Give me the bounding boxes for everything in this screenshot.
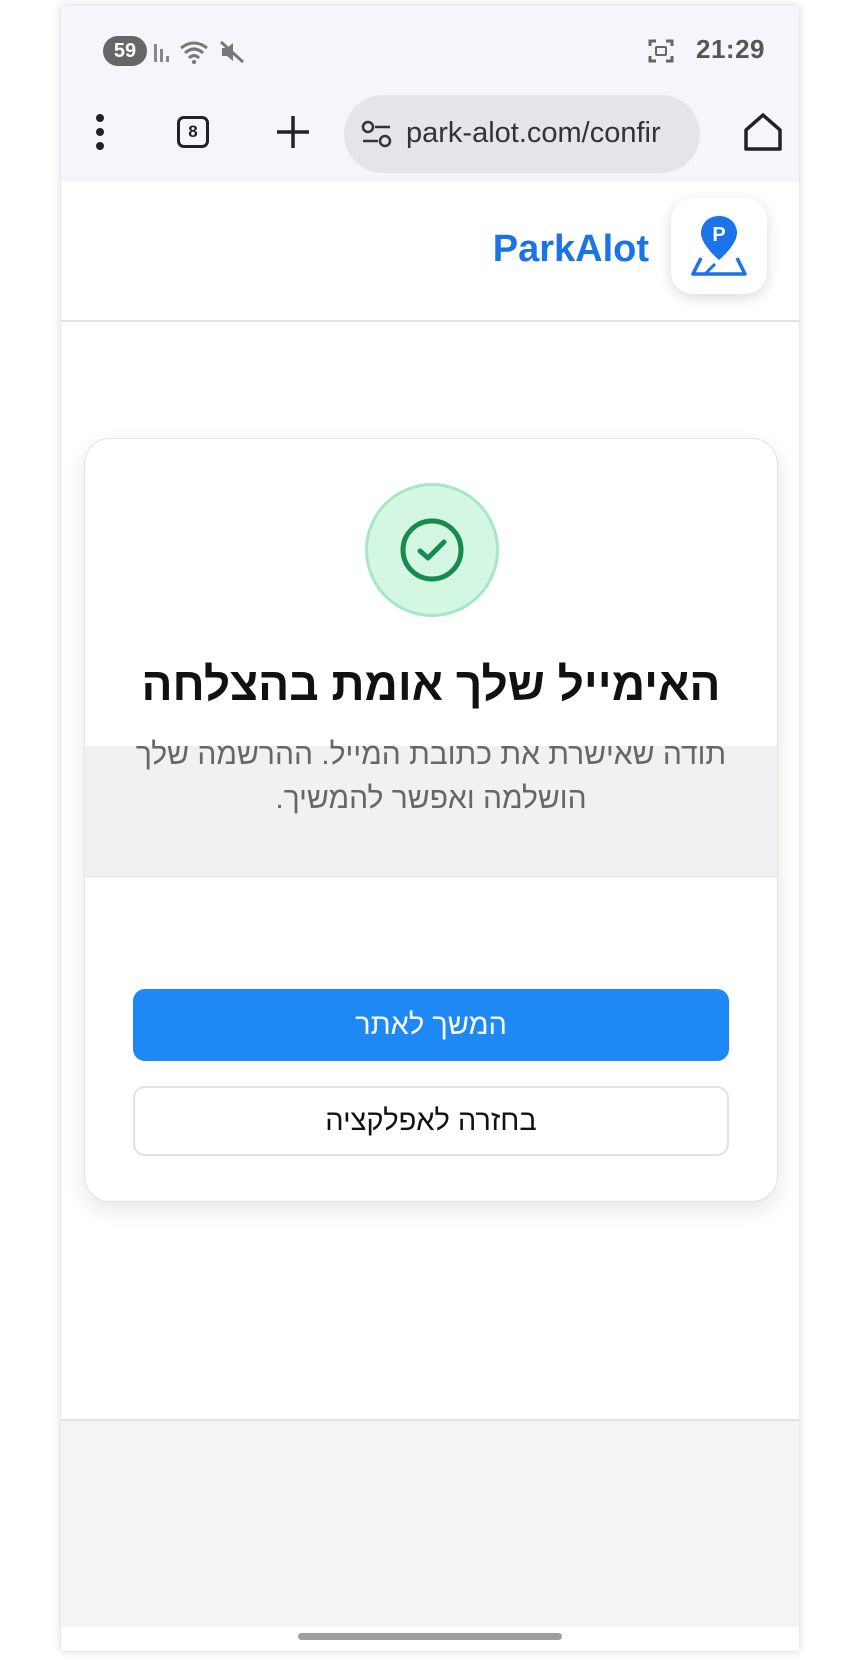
check-circle-icon (365, 483, 499, 617)
confirmation-card: האימייל שלך אומת בהצלחה תודה שאישרת את כ… (84, 438, 778, 1202)
page-title: האימייל שלך אומת בהצלחה (141, 658, 721, 710)
site-settings-icon[interactable] (360, 119, 394, 154)
tabs-button[interactable]: 8 (177, 116, 209, 148)
url-text[interactable]: park-alot.com/confir (406, 117, 686, 150)
clock: 21:29 (696, 34, 765, 64)
status-bar: 59 21:29 (61, 6, 799, 94)
gesture-nav-handle[interactable] (298, 1633, 562, 1640)
menu-icon[interactable] (87, 110, 113, 154)
notification-count-badge: 59 (103, 36, 147, 66)
wifi-icon (179, 40, 209, 69)
browser-toolbar: 8 park-alot.com/confir (61, 94, 799, 182)
screenshot-icon (648, 38, 674, 69)
page-subtitle: תודה שאישרת את כתובת המייל. ההרשמה שלך ה… (135, 738, 727, 815)
phone-screen: 59 21:29 8 park-alot.com/confir ParkAlot… (61, 6, 799, 1651)
app-logo[interactable]: P (671, 198, 767, 294)
logo-letter: P (712, 224, 725, 246)
brand-name[interactable]: ParkAlot (493, 228, 649, 271)
continue-to-site-button[interactable]: המשך לאתר (133, 989, 729, 1061)
mute-icon (219, 40, 245, 69)
app-header: ParkAlot P (61, 182, 799, 322)
new-tab-icon[interactable] (273, 112, 313, 152)
page-footer-area (61, 1419, 799, 1627)
home-icon[interactable] (741, 110, 785, 154)
back-to-app-button[interactable]: בחזרה לאפלקציה (133, 1086, 729, 1156)
signal-icon (153, 40, 173, 67)
address-bar[interactable]: park-alot.com/confir (344, 95, 700, 173)
